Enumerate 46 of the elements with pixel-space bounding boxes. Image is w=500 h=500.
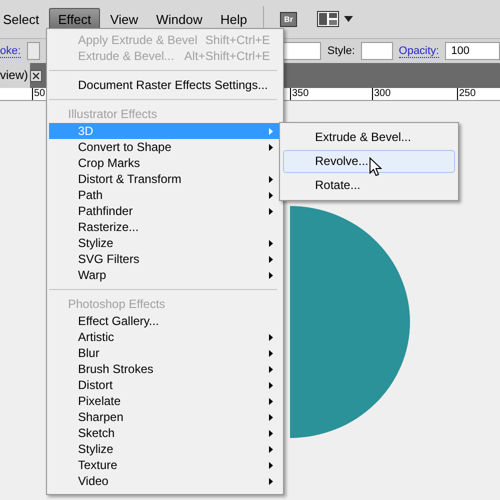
menu-item[interactable]: Distort & Transform	[49, 171, 281, 187]
menu-item[interactable]: Brush Strokes	[49, 361, 281, 377]
opacity-label[interactable]: Opacity:	[398, 44, 440, 58]
bridge-button[interactable]: Br	[280, 12, 297, 26]
menu-item[interactable]: Texture	[49, 457, 281, 473]
close-icon[interactable]	[30, 70, 42, 82]
ruler-label: 300	[372, 88, 391, 100]
caret-icon[interactable]	[344, 16, 353, 22]
menu-item[interactable]: Distort	[49, 377, 281, 393]
menu-item[interactable]: Effect Gallery...	[49, 313, 281, 329]
style-label: Style:	[327, 45, 355, 57]
menu-bar-item[interactable]: Help	[212, 8, 256, 30]
menu-item[interactable]: Stylize	[49, 441, 281, 457]
menu-bar-item[interactable]: Select	[0, 8, 48, 30]
menu-bar-item[interactable]: View	[102, 8, 146, 30]
document-tab[interactable]: view)	[0, 63, 30, 88]
style-dropdown[interactable]	[360, 42, 393, 60]
menu-item[interactable]: Warp	[49, 267, 281, 283]
menu-bar-item[interactable]: Window	[148, 8, 210, 30]
menu-item[interactable]: Convert to Shape	[49, 139, 281, 155]
menu-item[interactable]: Crop Marks	[49, 155, 281, 171]
menu-item[interactable]: Pixelate	[49, 393, 281, 409]
stroke-label[interactable]: oke:	[0, 44, 21, 58]
menu-item[interactable]: Sketch	[49, 425, 281, 441]
menu-section-header: Illustrator Effects	[67, 106, 158, 123]
menu-item[interactable]: Path	[49, 187, 281, 203]
menu-item[interactable]: SVG Filters	[49, 251, 281, 267]
menu-item[interactable]: Pathfinder	[49, 203, 281, 219]
layout-icon[interactable]	[317, 11, 339, 27]
menu-item[interactable]: Artistic	[49, 329, 281, 345]
menu-item[interactable]: Revolve...	[283, 150, 455, 173]
menu-item[interactable]: Blur	[49, 345, 281, 361]
menu-item[interactable]: Video	[49, 473, 281, 489]
ruler-label: 250	[457, 88, 476, 100]
menu-item[interactable]: Document Raster Effects Settings...	[49, 77, 281, 93]
menu-bar-item[interactable]: Effect	[49, 8, 100, 30]
menu-item[interactable]: Stylize	[49, 235, 281, 251]
ruler-label: 50	[32, 88, 46, 100]
menu-item[interactable]: Rasterize...	[49, 219, 281, 235]
ruler-label: 350	[290, 88, 309, 100]
menu-item[interactable]: Extrude & Bevel...	[283, 126, 455, 149]
cursor-icon	[369, 157, 382, 177]
menu-section-header: Photoshop Effects	[67, 296, 166, 313]
menu-item[interactable]: Rotate...	[283, 174, 455, 197]
opacity-field[interactable]: 100	[445, 42, 500, 60]
menu-item[interactable]: Sharpen	[49, 409, 281, 425]
